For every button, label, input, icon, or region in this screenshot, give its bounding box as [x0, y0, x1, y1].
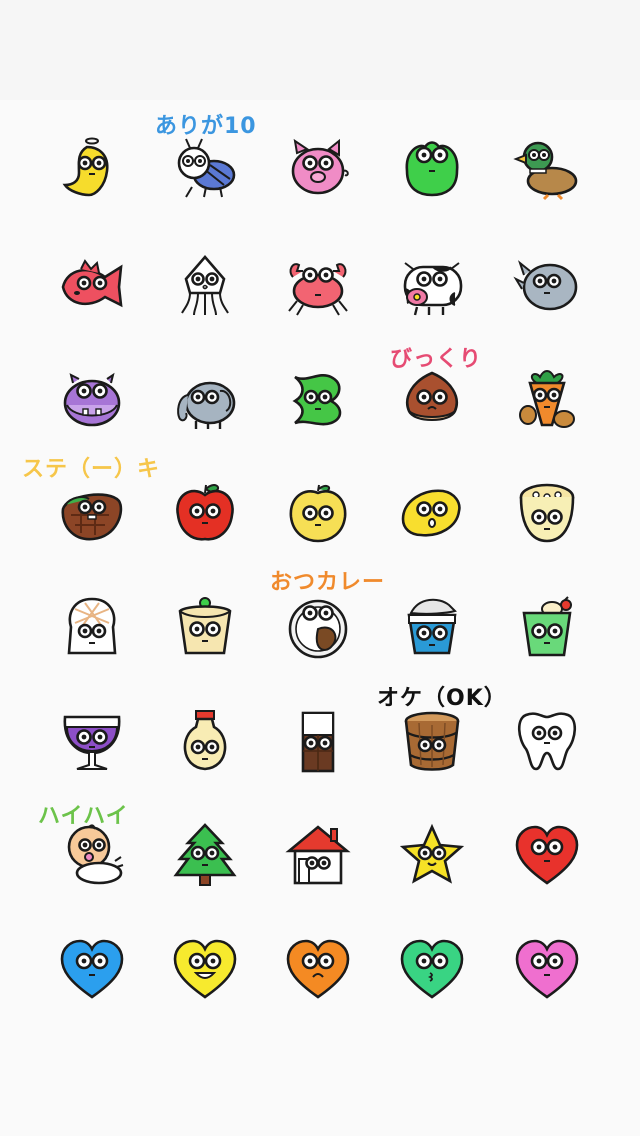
banana-icon[interactable] — [56, 134, 128, 206]
ant-icon[interactable] — [169, 134, 241, 206]
carrot-icon[interactable] — [511, 364, 583, 436]
house-icon-graphic — [285, 825, 351, 885]
lemon-icon[interactable] — [396, 478, 468, 550]
baby-icon[interactable] — [56, 820, 128, 892]
pear-icon-graphic — [289, 484, 347, 543]
cow-icon-graphic — [403, 262, 463, 316]
yellow-heart-icon[interactable] — [169, 934, 241, 1006]
lemon-icon-graphic — [401, 489, 461, 537]
tooth-icon[interactable] — [511, 706, 583, 778]
yogurt-icon[interactable] — [396, 592, 468, 664]
pig-icon-graphic — [291, 138, 349, 195]
lotus-root-icon-graphic — [519, 483, 575, 543]
squid-icon-graphic — [181, 255, 229, 316]
wooden-tub-icon-graphic — [404, 711, 460, 771]
tree-icon[interactable] — [169, 820, 241, 892]
cream-soda-icon-graphic — [522, 596, 572, 657]
pig-icon[interactable] — [282, 134, 354, 206]
seaweed-icon[interactable] — [282, 364, 354, 436]
wooden-tub-icon[interactable] — [396, 706, 468, 778]
yogurt-icon-graphic — [407, 598, 457, 655]
elephant-icon-graphic — [177, 381, 236, 429]
grape-wine-icon-graphic — [63, 715, 121, 770]
orange-heart-icon-graphic — [286, 939, 350, 999]
banana-icon-graphic — [62, 137, 109, 197]
red-heart-icon[interactable] — [511, 820, 583, 892]
seaweed-icon-graphic — [292, 374, 342, 426]
pear-icon[interactable] — [282, 478, 354, 550]
carrot-icon-graphic — [519, 370, 575, 428]
crab-icon[interactable] — [282, 250, 354, 322]
pink-heart-icon[interactable] — [511, 934, 583, 1006]
star-icon-graphic — [399, 823, 465, 884]
rhino-icon-graphic — [513, 260, 578, 311]
lotus-root-icon[interactable] — [511, 478, 583, 550]
squid-icon[interactable] — [169, 250, 241, 322]
chocolate-icon[interactable] — [282, 706, 354, 778]
tree-icon-graphic — [173, 823, 237, 886]
frog-icon-graphic — [405, 141, 459, 197]
cream-soda-icon[interactable] — [511, 592, 583, 664]
elephant-icon[interactable] — [169, 364, 241, 436]
pudding-icon[interactable] — [169, 592, 241, 664]
tooth-icon-graphic — [517, 712, 577, 771]
house-icon[interactable] — [282, 820, 354, 892]
duck-icon[interactable] — [511, 134, 583, 206]
mayonnaise-icon-graphic — [183, 710, 227, 771]
cow-icon[interactable] — [396, 250, 468, 322]
apple-icon[interactable] — [169, 478, 241, 550]
green-heart-icon[interactable] — [396, 934, 468, 1006]
red-heart-icon-graphic — [515, 825, 579, 885]
hippo-icon[interactable] — [56, 364, 128, 436]
curry-icon-graphic — [288, 599, 348, 659]
crab-icon-graphic — [288, 263, 348, 316]
duck-icon-graphic — [513, 141, 578, 201]
curry-icon[interactable] — [282, 592, 354, 664]
blue-heart-icon[interactable] — [56, 934, 128, 1006]
chocolate-icon-graphic — [301, 711, 335, 773]
apple-icon-graphic — [176, 484, 234, 541]
rhino-icon[interactable] — [511, 250, 583, 322]
fish-icon-graphic — [61, 259, 123, 308]
steak-icon[interactable] — [56, 478, 128, 550]
onigiri-icon[interactable] — [56, 592, 128, 664]
grape-wine-icon[interactable] — [56, 706, 128, 778]
mayonnaise-icon[interactable] — [169, 706, 241, 778]
baby-icon-graphic — [67, 824, 124, 885]
blue-heart-icon-graphic — [60, 939, 124, 999]
steak-icon-graphic — [61, 493, 123, 541]
ant-icon-graphic — [177, 138, 236, 198]
yellow-heart-icon-graphic — [173, 939, 237, 999]
frog-icon[interactable] — [396, 134, 468, 206]
onigiri-icon-graphic — [67, 597, 117, 655]
orange-heart-icon[interactable] — [282, 934, 354, 1006]
green-heart-icon-graphic — [400, 939, 464, 999]
hippo-icon-graphic — [63, 372, 121, 427]
pink-heart-icon-graphic — [515, 939, 579, 999]
fish-icon[interactable] — [56, 250, 128, 322]
pudding-icon-graphic — [178, 597, 232, 655]
chestnut-icon-graphic — [406, 371, 458, 421]
chestnut-icon[interactable] — [396, 364, 468, 436]
emoji-grid — [0, 0, 640, 1136]
star-icon[interactable] — [396, 820, 468, 892]
